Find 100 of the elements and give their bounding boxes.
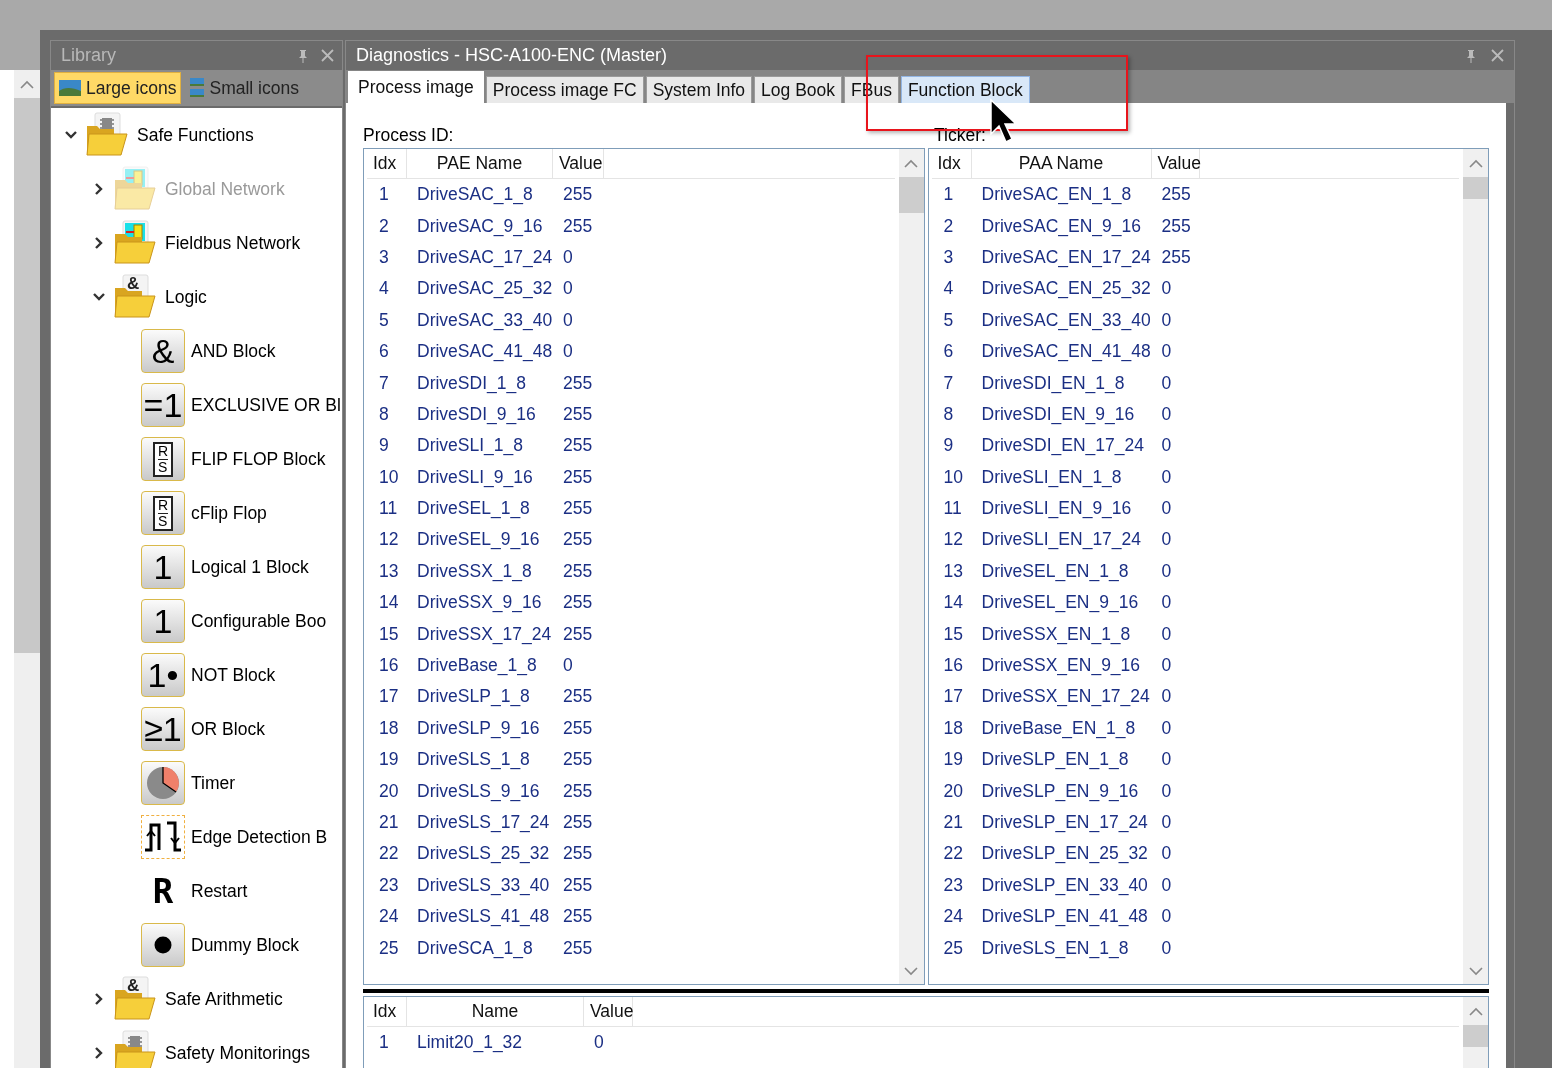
table-cell-text: DriveSAC_EN_41_48 — [980, 341, 1152, 363]
table-cell-text: DriveSLP_EN_41_48 — [980, 906, 1149, 928]
table-cell-text: 255 — [562, 623, 594, 645]
collapse-caret-icon[interactable] — [65, 129, 77, 141]
tree-item-label[interactable]: Configurable Boo — [191, 610, 327, 632]
view-button[interactable]: Large icons — [54, 72, 182, 104]
table-cell-text: 21 — [942, 812, 964, 833]
table-cell-text: DriveSLS_1_8 — [416, 749, 531, 771]
pin-icon[interactable] — [297, 48, 309, 63]
block-icon: 1• — [141, 653, 185, 697]
pin-icon[interactable] — [1465, 48, 1477, 63]
block-icon — [141, 761, 185, 805]
table-cell-text: 14 — [942, 592, 964, 614]
tree-item-label[interactable]: EXCLUSIVE OR Bl — [191, 394, 341, 416]
scroll-up-icon[interactable] — [904, 158, 918, 168]
table-cell-text: 22 — [942, 843, 964, 865]
table-cell-text: DriveSLS_9_16 — [416, 780, 541, 802]
scrollbar[interactable] — [1463, 997, 1488, 1068]
tree-item-label[interactable]: OR Block — [191, 718, 265, 740]
tree-item-label[interactable]: Timer — [191, 772, 236, 794]
tab[interactable]: Log Book — [754, 76, 843, 103]
table-cell-text: 10 — [378, 466, 400, 488]
block-icon: 1 — [141, 545, 185, 589]
tree-item-label[interactable]: Fieldbus Network — [165, 232, 301, 254]
tab[interactable]: Process image — [348, 71, 484, 103]
tree-item-label[interactable]: Logic — [165, 286, 207, 308]
table-cell-text: 0 — [1160, 592, 1173, 614]
table-cell-text: 0 — [593, 1032, 605, 1054]
table-cell-text: 10 — [942, 466, 964, 488]
table-cell-text: 255 — [562, 780, 594, 802]
column-header[interactable]: PAA Name — [971, 149, 1152, 178]
tab[interactable]: Function Block — [900, 76, 1030, 103]
block-icon: R S — [141, 491, 185, 535]
table-cell-text: 255 — [562, 749, 594, 771]
tree-item-label[interactable]: Safety Monitorings — [165, 1042, 310, 1064]
scrollbar[interactable] — [898, 149, 924, 984]
view-button[interactable]: Small icons — [185, 72, 304, 104]
table-cell-text: 7 — [942, 372, 955, 394]
table-cell-text: 4 — [378, 278, 390, 300]
collapse-caret-icon[interactable] — [93, 291, 105, 303]
column-header[interactable]: Name — [407, 997, 584, 1026]
table-cell-text: 0 — [1160, 341, 1173, 363]
block-icon — [141, 923, 185, 967]
table-cell-text: 25 — [378, 937, 400, 959]
table-cell-text: DriveBase_EN_1_8 — [980, 717, 1137, 739]
close-icon[interactable] — [321, 49, 334, 62]
column-header[interactable]: PAE Name — [407, 149, 553, 178]
block-icon: =1 — [141, 383, 185, 427]
tree-item-label[interactable]: AND Block — [191, 340, 276, 362]
scrollbar-thumb[interactable] — [1463, 177, 1488, 199]
tab[interactable]: Process image FC — [485, 76, 644, 103]
table-cell-text: 12 — [378, 529, 400, 551]
table-cell-text: 23 — [942, 874, 964, 896]
table-cell-text: 16 — [378, 655, 400, 677]
table-cell-text: 0 — [1160, 686, 1173, 708]
scroll-up-icon[interactable] — [20, 79, 34, 89]
table-cell-text: DriveSAC_EN_25_32 — [980, 278, 1152, 300]
column-header[interactable]: Value — [553, 149, 604, 178]
table-cell-text: DriveSAC_25_32 — [416, 278, 553, 300]
scrollbar[interactable] — [1463, 149, 1488, 984]
table-cell-text: DriveSLS_33_40 — [416, 874, 551, 896]
tree-item-label[interactable]: Logical 1 Block — [191, 556, 309, 578]
tree-item-label[interactable]: Edge Detection B — [191, 826, 328, 848]
column-header[interactable]: Idx — [931, 149, 972, 178]
tree-item-label[interactable]: NOT Block — [191, 664, 276, 686]
tree-item-label[interactable]: cFlip Flop — [191, 502, 267, 524]
tree-item-label[interactable]: Safe Arithmetic — [165, 988, 283, 1010]
close-icon[interactable] — [1491, 49, 1504, 62]
table-cell-text: 2 — [942, 215, 955, 237]
expand-caret-icon[interactable] — [93, 993, 105, 1005]
column-header[interactable]: Value — [1151, 149, 1200, 178]
tab[interactable]: System Info — [645, 76, 753, 103]
expand-caret-icon[interactable] — [93, 237, 105, 249]
table-cell-text: DriveSCA_1_8 — [416, 937, 534, 959]
tree-item-label[interactable]: Safe Functions — [137, 124, 254, 146]
tree-item-label[interactable]: Dummy Block — [191, 934, 299, 956]
column-header[interactable]: Value — [584, 997, 633, 1026]
table-cell-text: DriveSSX_EN_9_16 — [980, 655, 1142, 677]
column-header[interactable]: Idx — [367, 149, 407, 178]
table-cell-text: DriveSLS_41_48 — [416, 906, 551, 928]
scrollbar-thumb[interactable] — [1463, 1025, 1488, 1047]
table-cell-text: 0 — [562, 655, 574, 677]
table-cell-text: 0 — [1160, 906, 1173, 928]
table-cell-text: 0 — [1160, 843, 1173, 865]
scroll-up-icon[interactable] — [1468, 158, 1483, 168]
scroll-down-icon[interactable] — [1468, 966, 1483, 976]
tree-item-label[interactable]: FLIP FLOP Block — [191, 448, 326, 470]
scrollbar-thumb[interactable] — [898, 177, 924, 213]
table-cell-text: 255 — [562, 686, 594, 708]
scroll-up-icon[interactable] — [1468, 1006, 1483, 1016]
table-cell-text: 255 — [562, 403, 594, 425]
table-cell-text: DriveSAC_EN_17_24 — [980, 246, 1152, 268]
tree-item-label[interactable]: Restart — [191, 880, 248, 902]
scrollbar[interactable] — [14, 70, 40, 1068]
table-cell-text: 0 — [1160, 780, 1173, 802]
scroll-down-icon[interactable] — [904, 966, 918, 976]
expand-caret-icon[interactable] — [93, 1047, 105, 1059]
column-header[interactable]: Idx — [367, 997, 407, 1026]
table-cell-text: 13 — [942, 560, 964, 582]
folder-icon — [85, 112, 131, 158]
